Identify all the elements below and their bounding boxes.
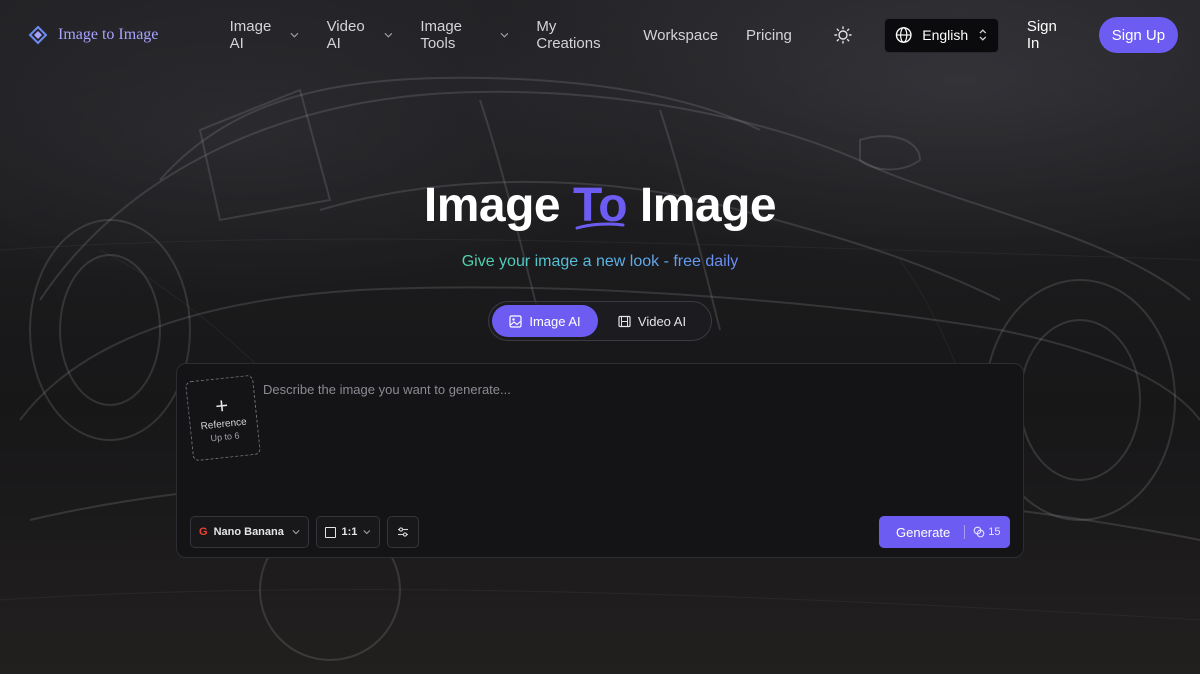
sliders-icon [398,527,408,537]
coins-icon [973,526,985,538]
menu-my-creations[interactable]: My Creations [522,17,629,53]
square-icon [325,526,336,538]
menu-workspace[interactable]: Workspace [629,17,732,53]
menu-label: Image Tools [420,18,463,52]
logo-icon [28,25,48,45]
up-down-chevron-icon [979,29,987,41]
credit-cost: 15 [973,526,1000,538]
menu-label: Workspace [643,26,719,44]
chevron-down-icon [292,530,300,535]
generate-button[interactable]: Generate 15 [879,516,1010,548]
menu-label: Pricing [746,26,792,44]
page-title: Image To Image [0,178,1200,233]
chevron-down-icon [500,32,508,38]
sun-icon [834,26,852,44]
sign-in-link[interactable]: Sign In [1027,18,1071,52]
tab-label: Image AI [529,313,581,329]
model-label: Nano Banana [213,526,284,538]
plus-icon: + [213,391,230,419]
sign-up-button[interactable]: Sign Up [1098,17,1178,53]
menu-image-tools[interactable]: Image Tools [406,17,522,53]
globe-icon [895,27,912,43]
language-label: English [922,27,969,43]
settings-button[interactable] [387,516,419,548]
language-select[interactable]: English [883,17,999,53]
tab-video-ai[interactable]: Video AI [598,305,706,337]
main-menu: Image AI Video AI Image Tools My Creatio… [216,17,806,53]
logo[interactable]: Image to Image [28,25,198,45]
generate-label: Generate [896,524,951,540]
aspect-ratio-label: 1:1 [341,526,358,538]
reference-label: Reference [200,416,248,432]
logo-text: Image to Image [58,26,159,43]
model-select[interactable]: G Nano Banana [190,516,309,548]
reference-limit: Up to 6 [209,429,240,443]
chevron-down-icon [363,530,371,535]
film-icon [618,315,631,327]
mode-toggle: Image AI Video AI [488,301,712,341]
chevron-down-icon [290,32,299,38]
chevron-down-icon [383,32,392,38]
prompt-input[interactable] [263,382,1003,502]
image-icon [509,314,522,328]
underline-swoosh-icon [575,222,625,230]
menu-label: Image AI [229,18,272,52]
subtitle-text: Give your image a new look - free daily [461,253,739,270]
title-accent: To [573,179,628,232]
reference-upload[interactable]: + Reference Up to 6 [185,374,261,462]
menu-image-ai[interactable]: Image AI [216,17,313,53]
theme-toggle-button[interactable] [826,17,860,53]
divider [964,525,966,539]
google-icon: G [199,526,208,538]
menu-label: Video AI [326,18,365,52]
tab-image-ai[interactable]: Image AI [492,305,598,337]
tab-label: Video AI [637,313,687,329]
hero-subtitle: Give your image a new look - free daily [0,253,1200,271]
prompt-panel: + Reference Up to 6 G Nano Banana 1:1 Ge… [176,363,1024,558]
credit-cost-value: 15 [988,526,1001,538]
top-nav: Image to Image Image AI Video AI Image T… [0,0,1200,70]
menu-video-ai[interactable]: Video AI [313,17,407,53]
menu-label: My Creations [536,18,601,52]
aspect-ratio-select[interactable]: 1:1 [316,516,380,548]
title-part: Image [423,179,573,232]
menu-pricing[interactable]: Pricing [732,17,806,53]
title-part: Image [627,179,777,232]
